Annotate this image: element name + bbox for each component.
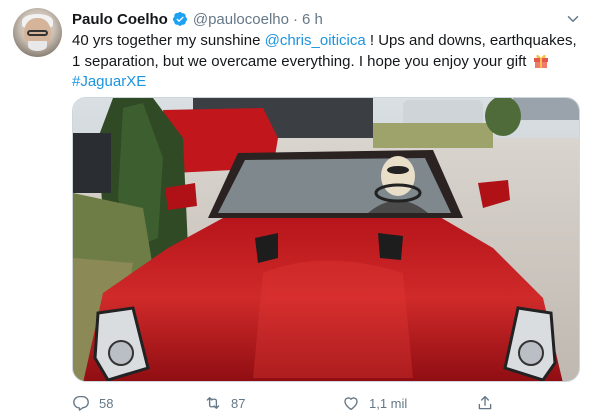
tweet-photo[interactable] — [72, 97, 580, 382]
share-button[interactable] — [476, 393, 494, 413]
gift-emoji-icon — [533, 53, 549, 68]
photo-red-convertible — [73, 98, 579, 381]
avatar-glasses — [27, 30, 48, 36]
avatar-beard — [28, 41, 47, 51]
retweet-count: 87 — [231, 395, 246, 411]
chevron-down-icon[interactable] — [564, 10, 582, 28]
reply-icon — [73, 395, 89, 411]
like-count: 1,1 mil — [369, 395, 408, 411]
heart-icon — [344, 397, 358, 411]
reply-count: 58 — [99, 395, 114, 411]
verified-badge-icon — [172, 11, 188, 27]
retweet-icon — [206, 397, 220, 409]
reply-button[interactable]: 58 — [72, 393, 113, 413]
like-button[interactable]: 1,1 mil — [342, 393, 407, 413]
retweet-button[interactable]: 87 — [204, 393, 245, 413]
tweet-timestamp[interactable]: 6 h — [302, 11, 323, 28]
separator-dot: · — [292, 10, 298, 28]
avatar[interactable] — [13, 8, 62, 57]
mention-link[interactable]: @chris_oiticica — [265, 32, 366, 49]
tweet-header: Paulo Coelho @paulocoelho · 6 h — [72, 9, 323, 29]
share-icon — [478, 395, 492, 410]
tweet[interactable]: Paulo Coelho @paulocoelho · 6 h 40 yrs t… — [0, 0, 599, 419]
tweet-text-part1: 40 yrs together my sunshine — [72, 32, 265, 49]
tweet-text: 40 yrs together my sunshine @chris_oitic… — [72, 31, 582, 92]
hashtag-link[interactable]: #JaguarXE — [72, 73, 146, 90]
author-handle[interactable]: @paulocoelho — [193, 11, 289, 28]
author-name[interactable]: Paulo Coelho — [72, 11, 168, 28]
tweet-actions: 58 87 1,1 mil — [72, 393, 582, 413]
